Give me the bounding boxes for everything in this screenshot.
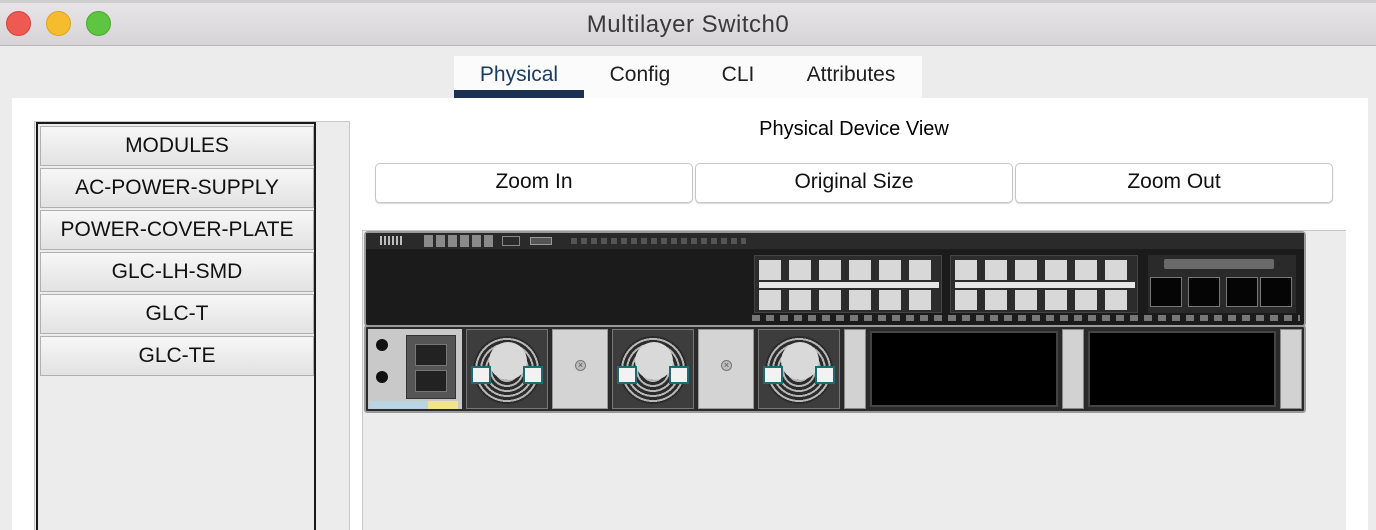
module-item-glc-te[interactable]: GLC-TE [40,336,314,376]
port-leds [752,315,1300,321]
title-bar: Multilayer Switch0 [0,0,1376,46]
screw-icon: × [575,360,586,371]
zoom-in-button[interactable]: Zoom In [375,163,693,203]
ethernet-port-group-2 [950,255,1138,313]
sfp-slot [1150,277,1182,307]
module-item-glc-t[interactable]: GLC-T [40,294,314,334]
status-leds [571,238,746,244]
switch-front-panel [364,231,1306,327]
module-item-glc-lh-smd[interactable]: GLC-LH-SMD [40,252,314,292]
tab-config[interactable]: Config [584,56,696,98]
sfp-slot [1188,277,1220,307]
fan-hub [489,342,527,380]
empty-module-slot-1[interactable] [870,331,1058,407]
usb-port [530,237,552,245]
fan-hub [635,342,673,380]
title-bar-strip [0,0,1376,3]
fan-module-3 [758,329,840,409]
module-item-ac-power-supply[interactable]: AC-POWER-SUPPLY [40,168,314,208]
uplink-label-plate [1164,259,1274,269]
fan-module-2 [612,329,694,409]
console-ports [424,235,496,247]
sfp-slot [1260,277,1292,307]
fan-module-1 [466,329,548,409]
empty-module-slot-2[interactable] [1088,331,1276,407]
sfp-slot [1226,277,1258,307]
tab-attributes[interactable]: Attributes [780,56,922,98]
port-label-bar [759,282,939,288]
port-row [759,290,939,310]
psu-label-strip [370,401,458,409]
mount-hole [376,339,388,351]
blank-cover-plate-1: × [552,329,608,409]
tab-bar: Physical Config CLI Attributes [454,56,922,98]
power-socket [415,344,447,366]
fan-latch [815,366,835,384]
ethernet-port-group-1 [754,255,942,313]
power-socket [415,370,447,392]
management-port [502,236,520,246]
fan-latch [617,366,637,384]
switch-module-bay: × × [364,325,1306,413]
tab-physical[interactable]: Physical [454,56,584,98]
slot-edge [1280,329,1302,409]
port-row [955,290,1135,310]
module-item-power-cover-plate[interactable]: POWER-COVER-PLATE [40,210,314,250]
original-size-button[interactable]: Original Size [695,163,1013,203]
slot-edge [844,329,866,409]
slot-edge [1062,329,1084,409]
tab-cli[interactable]: CLI [696,56,780,98]
port-row [759,260,939,280]
window-title: Multilayer Switch0 [586,11,790,38]
screw-icon: × [721,360,732,371]
chassis-top-strip [366,233,1304,249]
fan-latch [471,366,491,384]
port-row [955,260,1135,280]
cisco-logo-icon [380,236,404,245]
power-supply-module [368,329,462,409]
port-label-bar [955,282,1135,288]
fan-latch [763,366,783,384]
blank-cover-plate-2: × [698,329,754,409]
fan-latch [669,366,689,384]
physical-device-view-title: Physical Device View [759,118,949,140]
fan-latch [523,366,543,384]
mount-hole [376,371,388,383]
zoom-out-button[interactable]: Zoom Out [1015,163,1333,203]
module-list[interactable]: MODULES AC-POWER-SUPPLY POWER-COVER-PLAT… [36,122,316,530]
uplink-sfp-group [1148,255,1296,313]
power-socket-block [406,335,456,399]
fan-hub [781,342,819,380]
module-list-header[interactable]: MODULES [40,126,314,166]
